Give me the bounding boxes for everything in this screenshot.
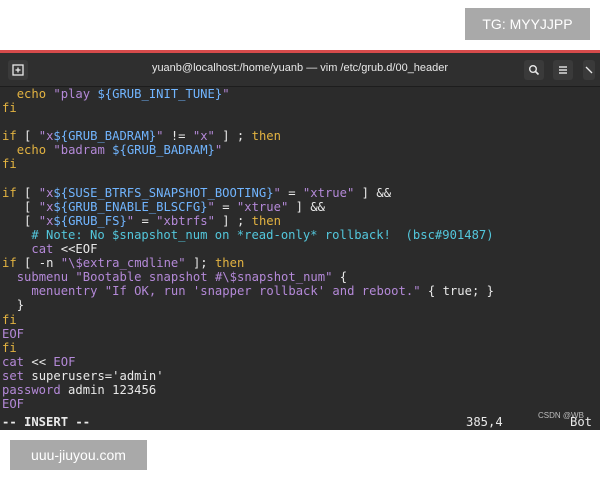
code-line: }	[16, 298, 25, 313]
close-button[interactable]	[583, 60, 595, 80]
cursor-position: 385,4	[466, 415, 503, 429]
close-icon	[585, 66, 593, 74]
vim-editor-buffer[interactable]: echo "play ${GRUB_INIT_TUNE}" fi if [ "x${…	[0, 87, 600, 429]
code-line: if [ -n "\$extra_cmdline" ]; then	[2, 256, 245, 271]
scroll-indicator: Bot	[570, 415, 593, 429]
code-line: submenu "Bootable snapshot #\$snapshot_n…	[16, 270, 348, 285]
code-line: [ "x${GRUB_FS}" = "xbtrfs" ] ; then	[24, 213, 281, 228]
code-line: echo "play ${GRUB_INIT_TUNE}"	[16, 87, 230, 101]
code-line: [ "x${GRUB_ENABLE_BLSCFG}" = "xtrue" ] &…	[24, 199, 325, 214]
code-line: # Note: No $snapshot_num on *read-only* …	[2, 227, 494, 242]
code-line: fi	[2, 157, 17, 172]
code-line: cat <<EOF	[31, 242, 98, 257]
code-line: EOF	[2, 397, 25, 412]
watermark-bottom: uuu-jiuyou.com	[10, 440, 147, 470]
window-title: yuanb@localhost:/home/yuanb — vim /etc/g…	[151, 62, 449, 74]
mode-indicator: -- INSERT --	[2, 415, 91, 429]
code-line: fi	[2, 340, 17, 355]
code-line: fi	[2, 101, 17, 116]
code-line: menuentry "If OK, run 'snapper rollback'…	[31, 284, 494, 299]
code-line: cat << EOF	[2, 354, 76, 369]
terminal-window: yuanb@localhost:/home/yuanb — vim /etc/g…	[0, 53, 600, 430]
search-icon	[529, 65, 540, 76]
code-line: set superusers='admin'	[2, 368, 164, 383]
menu-button[interactable]	[553, 60, 573, 80]
code-line: password admin 123456	[2, 382, 157, 397]
code-line: EOF	[2, 326, 25, 341]
code-line: echo "badram ${GRUB_BADRAM}"	[16, 143, 223, 158]
code-line: fi	[2, 312, 17, 327]
titlebar: yuanb@localhost:/home/yuanb — vim /etc/g…	[0, 53, 600, 87]
vim-status-bar: -- INSERT -- 385,4 CSDN @WB Bot	[0, 411, 600, 430]
watermark-top: TG: MYYJJPP	[465, 8, 590, 40]
hamburger-menu-icon	[559, 66, 567, 74]
code-line: if [ "x${SUSE_BTRFS_SNAPSHOT_BOOTING}" =…	[2, 185, 392, 200]
search-button[interactable]	[524, 60, 544, 80]
code-line: if [ "x${GRUB_BADRAM}" != "x" ] ; then	[2, 129, 281, 144]
